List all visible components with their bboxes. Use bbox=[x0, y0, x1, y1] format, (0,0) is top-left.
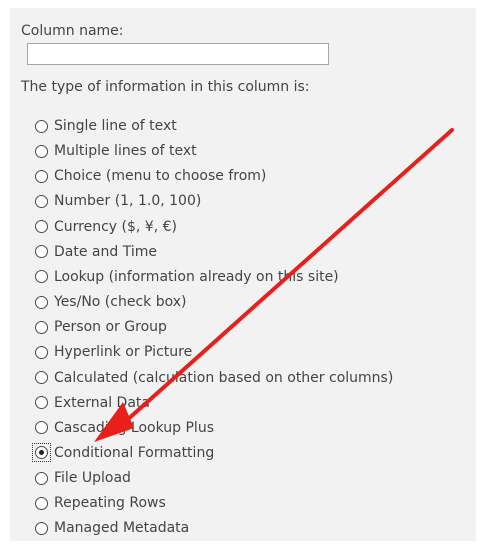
radio-option-label: File Upload bbox=[54, 470, 131, 487]
radio-option[interactable]: External Data bbox=[35, 391, 150, 415]
radio-option[interactable]: Date and Time bbox=[35, 240, 157, 264]
radio-focus-ring bbox=[32, 293, 51, 312]
radio-option-label: Number (1, 1.0, 100) bbox=[54, 193, 202, 210]
radio-option-label: External Data bbox=[54, 394, 150, 411]
radio-option-label: Multiple lines of text bbox=[54, 143, 197, 160]
radio-button[interactable] bbox=[35, 169, 48, 183]
column-name-label: Column name: bbox=[21, 23, 124, 39]
radio-focus-ring bbox=[32, 519, 51, 538]
radio-button[interactable] bbox=[35, 396, 48, 410]
radio-option[interactable]: Calculated (calculation based on other c… bbox=[35, 366, 393, 390]
radio-option[interactable]: Conditional Formatting bbox=[32, 441, 215, 465]
column-settings-panel: Column name: The type of information in … bbox=[10, 8, 476, 541]
radio-focus-ring bbox=[32, 117, 51, 136]
radio-option-label: Choice (menu to choose from) bbox=[54, 168, 267, 185]
radio-option[interactable]: Repeating Rows bbox=[35, 491, 166, 515]
radio-button[interactable] bbox=[35, 245, 48, 259]
radio-focus-ring bbox=[32, 418, 51, 437]
radio-option[interactable]: Hyperlink or Picture bbox=[35, 340, 192, 364]
radio-button[interactable] bbox=[35, 320, 48, 334]
radio-option[interactable]: Lookup (information already on this site… bbox=[35, 265, 339, 289]
radio-button[interactable] bbox=[35, 471, 48, 485]
radio-focus-ring bbox=[32, 494, 51, 513]
radio-focus-ring bbox=[32, 443, 51, 463]
radio-button[interactable] bbox=[35, 371, 48, 384]
radio-focus-ring bbox=[32, 318, 51, 337]
radio-focus-ring bbox=[32, 142, 51, 161]
radio-button[interactable] bbox=[35, 295, 48, 309]
radio-focus-ring bbox=[32, 343, 51, 362]
radio-option-label: Yes/No (check box) bbox=[54, 294, 187, 310]
radio-option[interactable]: Single line of text bbox=[35, 114, 177, 138]
radio-option[interactable]: Managed Metadata bbox=[35, 516, 189, 540]
radio-focus-ring bbox=[32, 217, 51, 236]
radio-focus-ring bbox=[32, 393, 51, 412]
radio-option-label: Person or Group bbox=[54, 319, 167, 336]
radio-option[interactable]: Yes/No (check box) bbox=[35, 290, 186, 314]
radio-focus-ring bbox=[32, 368, 51, 387]
radio-button[interactable] bbox=[35, 521, 48, 535]
column-type-label: The type of information in this column i… bbox=[21, 79, 310, 95]
column-name-input[interactable] bbox=[27, 43, 329, 65]
radio-button[interactable] bbox=[35, 496, 48, 510]
radio-button[interactable] bbox=[35, 345, 48, 359]
radio-option[interactable]: Person or Group bbox=[35, 315, 167, 339]
radio-option-label: Date and Time bbox=[54, 243, 157, 260]
radio-button[interactable] bbox=[35, 119, 48, 133]
radio-focus-ring bbox=[32, 242, 51, 261]
radio-option[interactable]: Cascading Lookup Plus bbox=[35, 416, 214, 440]
radio-option-label: Managed Metadata bbox=[54, 520, 190, 537]
radio-option-label: Single line of text bbox=[54, 118, 177, 134]
radio-option-label: Cascading Lookup Plus bbox=[54, 419, 214, 436]
radio-option-label: Conditional Formatting bbox=[54, 444, 215, 461]
radio-option[interactable]: Choice (menu to choose from) bbox=[35, 164, 266, 188]
radio-focus-ring bbox=[32, 267, 51, 286]
radio-button[interactable] bbox=[35, 220, 48, 234]
radio-option-label: Lookup (information already on this site… bbox=[54, 268, 339, 285]
radio-option-label: Hyperlink or Picture bbox=[54, 344, 193, 361]
radio-option-label: Calculated (calculation based on other c… bbox=[54, 369, 394, 386]
radio-button[interactable] bbox=[35, 144, 48, 158]
radio-option-label: Repeating Rows bbox=[54, 495, 166, 512]
radio-option[interactable]: Currency ($, ¥, €) bbox=[35, 215, 177, 239]
radio-focus-ring bbox=[32, 167, 51, 186]
radio-button[interactable] bbox=[35, 194, 48, 208]
radio-option-label: Currency ($, ¥, €) bbox=[54, 218, 177, 235]
radio-option[interactable]: Multiple lines of text bbox=[35, 139, 197, 163]
radio-button[interactable] bbox=[35, 270, 48, 284]
radio-option[interactable]: File Upload bbox=[35, 466, 131, 490]
radio-focus-ring bbox=[32, 192, 51, 211]
radio-focus-ring bbox=[32, 469, 51, 488]
radio-button-selected[interactable] bbox=[35, 446, 48, 460]
radio-button[interactable] bbox=[35, 421, 48, 435]
radio-option[interactable]: Number (1, 1.0, 100) bbox=[35, 189, 201, 213]
